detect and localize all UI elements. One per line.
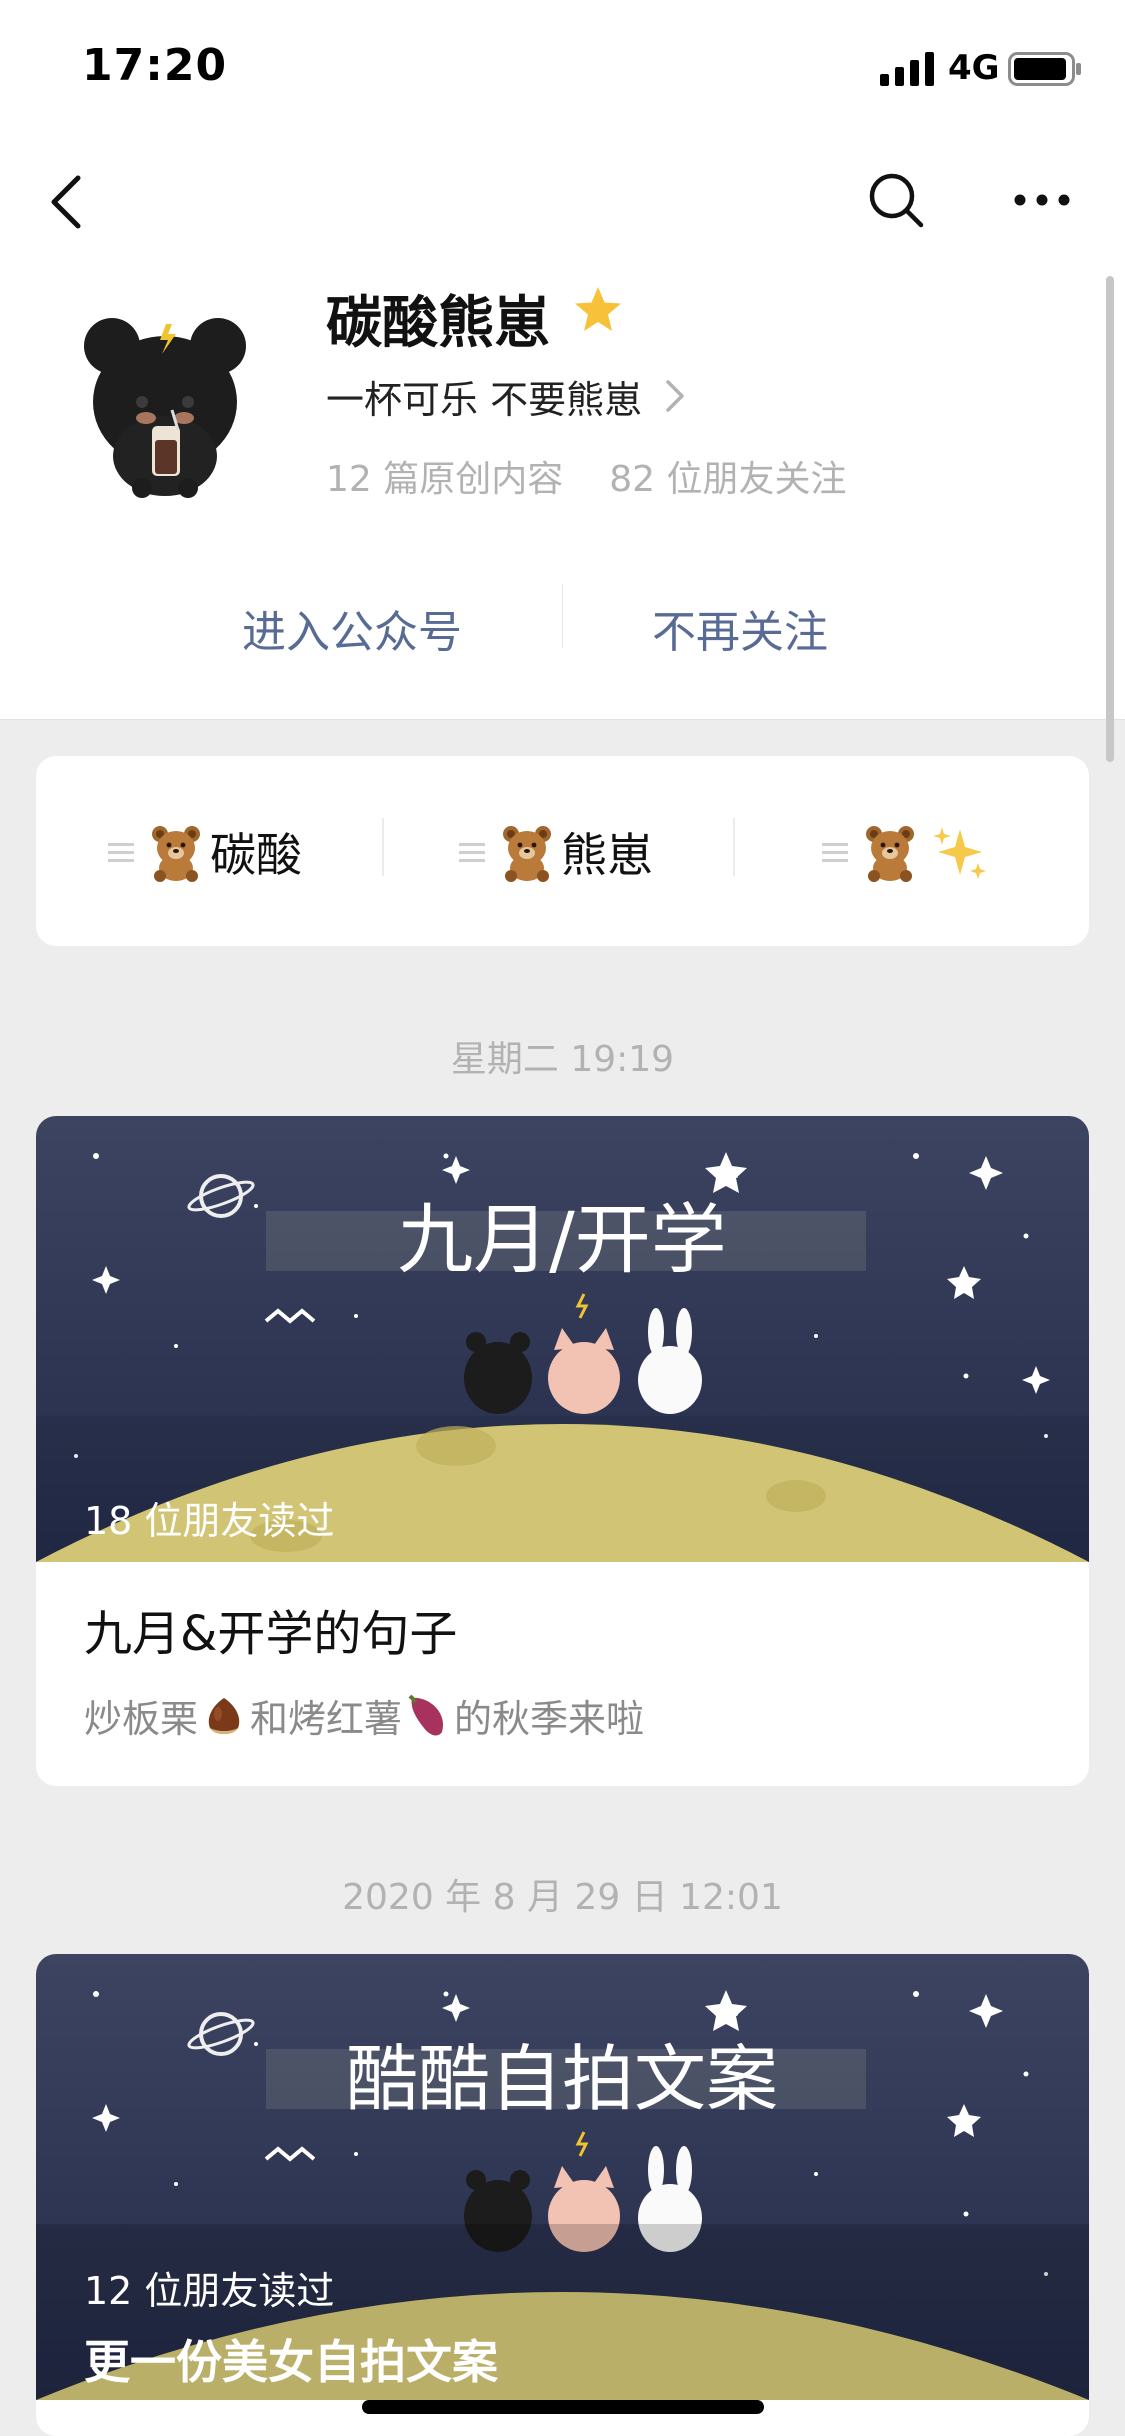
original-posts-count: 12 篇原创内容 — [326, 459, 564, 500]
star-icon[interactable] — [572, 284, 624, 336]
article-body: 九月&开学的句子 炒板栗 和烤红薯 的秋季来啦 — [84, 1594, 1044, 1743]
menu-divider — [382, 818, 384, 876]
menu-lines-icon — [108, 843, 134, 862]
description-text: 的秋季来啦 — [454, 1697, 645, 1741]
bear-icon — [866, 826, 914, 882]
bio-row[interactable]: 一杯可乐 不要熊崽 — [326, 366, 688, 426]
menu-item-label: 熊崽 — [561, 828, 653, 882]
read-count: 12 位朋友读过 — [84, 2269, 335, 2313]
account-stats: 12 篇原创内容 82 位朋友关注 — [326, 450, 847, 502]
menu-item-label: 碳酸 — [210, 828, 302, 882]
action-divider — [562, 584, 563, 648]
menu-item-tansuan[interactable]: 碳酸 — [108, 820, 302, 884]
search-icon[interactable] — [866, 170, 926, 230]
signal-icon — [880, 52, 934, 86]
battery-icon — [1008, 52, 1081, 86]
custom-menu: 碳酸 熊崽 — [36, 756, 1089, 946]
sparkle-icon — [933, 827, 986, 879]
article-description: 炒板栗 和烤红薯 的秋季来啦 — [84, 1688, 1044, 1743]
article-card[interactable]: 九月/开学 18 位朋友读过 九月&开学的句子 炒板栗 和烤红薯 的秋季来啦 — [36, 1116, 1089, 1786]
article-card[interactable]: 酷酷自拍文案 12 位朋友读过 更一份美女自拍文案 — [36, 1954, 1089, 2436]
enter-account-button[interactable]: 进入公众号 — [242, 596, 462, 660]
profile-actions: 进入公众号 不再关注 — [0, 580, 1125, 670]
chevron-right-icon — [666, 380, 684, 412]
cover-text: 九月/开学 — [397, 1195, 727, 1284]
bear-icon — [503, 826, 551, 882]
sweet-potato-icon — [408, 1694, 444, 1735]
status-bar: 17:20 4G — [0, 0, 1125, 140]
bear-icon — [152, 826, 200, 882]
account-profile: 碳酸熊崽 一杯可乐 不要熊崽 12 篇原创内容 82 位朋友关注 进入公众号 不… — [0, 260, 1125, 720]
network-type: 4G — [948, 48, 1000, 88]
back-icon[interactable] — [44, 170, 88, 234]
timeline-date: 2020 年 8 月 29 日 12:01 — [342, 1877, 783, 1918]
timeline-date: 星期二 19:19 — [450, 1039, 675, 1080]
unfollow-button[interactable]: 不再关注 — [652, 596, 828, 660]
account-name: 碳酸熊崽 — [326, 291, 550, 356]
menu-item-xiongzai[interactable]: 熊崽 — [459, 820, 653, 884]
status-time: 17:20 — [82, 40, 228, 91]
home-indicator[interactable] — [362, 2400, 764, 2414]
read-count: 18 位朋友读过 — [84, 1499, 335, 1543]
article-title: 九月&开学的句子 — [84, 1606, 458, 1662]
avatar[interactable] — [80, 306, 250, 506]
description-text: 炒板栗 — [84, 1697, 199, 1741]
menu-lines-icon — [822, 843, 848, 862]
description-text: 和烤红薯 — [250, 1697, 403, 1741]
navigation-bar — [0, 140, 1125, 260]
more-icon[interactable] — [1012, 180, 1072, 220]
article-title: 更一份美女自拍文案 — [84, 2335, 498, 2389]
menu-lines-icon — [459, 843, 485, 862]
cover-text: 酷酷自拍文案 — [346, 2037, 778, 2121]
chestnut-icon — [208, 1697, 240, 1734]
bio-text: 一杯可乐 不要熊崽 — [326, 377, 643, 422]
scrollbar[interactable] — [1106, 276, 1114, 762]
menu-divider — [733, 818, 735, 876]
menu-item-sparkle[interactable] — [822, 820, 988, 884]
friends-following-count: 82 位朋友关注 — [609, 459, 847, 500]
